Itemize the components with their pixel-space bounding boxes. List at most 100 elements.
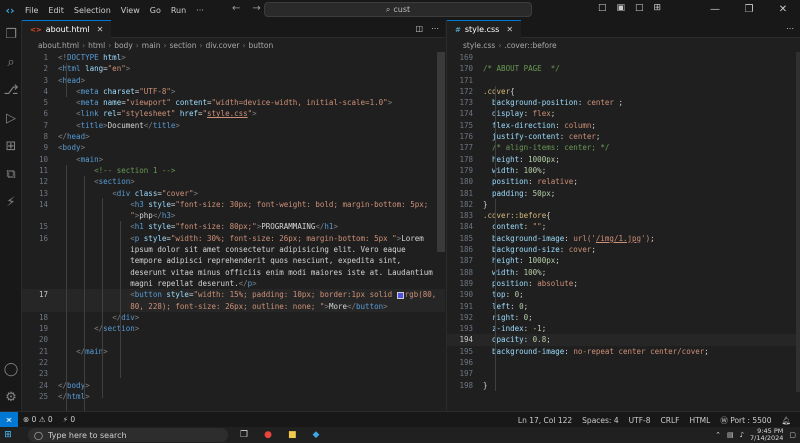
extensions-icon[interactable]: ⊞ bbox=[0, 132, 22, 160]
forward-arrow-icon[interactable]: → bbox=[252, 3, 260, 14]
code-line[interactable]: 21 </main> bbox=[22, 346, 445, 357]
close-icon[interactable]: ✕ bbox=[766, 0, 800, 20]
toggle-panel-icon[interactable]: ▣ bbox=[617, 3, 626, 13]
breadcrumb-item[interactable]: .cover::before bbox=[504, 41, 556, 50]
notifications-bell-icon[interactable]: 🔔︎ bbox=[776, 416, 796, 425]
code-area[interactable]: 169 170/* ABOUT PAGE */171 172 .cover{173 b… bbox=[447, 52, 800, 391]
task-view-icon[interactable]: ❐ bbox=[240, 430, 248, 440]
lightning-icon[interactable]: ⚡ bbox=[0, 188, 22, 216]
code-line[interactable]: 178 height: 1000px; bbox=[447, 154, 800, 165]
vscode-taskbar-icon[interactable]: ◆ bbox=[312, 430, 319, 440]
split-editor-icon[interactable]: ◫ bbox=[415, 24, 423, 33]
code-line[interactable]: 185 background-image: url('/img/1.jpg'); bbox=[447, 233, 800, 244]
menu-view[interactable]: View bbox=[116, 6, 145, 15]
code-line[interactable]: 12 <section> bbox=[22, 176, 445, 187]
run-debug-icon[interactable]: ▷ bbox=[0, 104, 22, 132]
code-line[interactable]: 8 </head> bbox=[22, 131, 445, 142]
file-explorer-icon[interactable]: ■ bbox=[288, 430, 297, 440]
code-line[interactable]: 180 position: relative; bbox=[447, 176, 800, 187]
remote-indicator-icon[interactable]: ⪤ bbox=[0, 411, 18, 428]
restore-icon[interactable]: ❐ bbox=[732, 0, 766, 20]
toggle-secondary-sidebar-icon[interactable]: □ bbox=[635, 3, 644, 13]
search-icon[interactable]: ⌕ bbox=[0, 48, 22, 76]
close-tab-icon[interactable]: ✕ bbox=[506, 25, 513, 34]
code-line[interactable]: 173 background-position: center ; bbox=[447, 97, 800, 108]
menu-selection[interactable]: Selection bbox=[69, 6, 116, 15]
code-line[interactable]: 13 <div class="cover"> bbox=[22, 188, 445, 199]
code-line[interactable]: 174 display: flex; bbox=[447, 108, 800, 119]
language-mode[interactable]: HTML bbox=[684, 416, 715, 425]
code-line[interactable]: 23 bbox=[22, 368, 445, 379]
notification-center-icon[interactable]: ▢ bbox=[789, 431, 796, 439]
code-line[interactable]: 11 <!-- section 1 --> bbox=[22, 165, 445, 176]
code-line[interactable]: 183 .cover::before{ bbox=[447, 210, 800, 221]
back-arrow-icon[interactable]: ← bbox=[232, 3, 240, 14]
code-line[interactable]: 191 left: 0; bbox=[447, 301, 800, 312]
tab-style-css[interactable]: # style.css ✕ bbox=[447, 20, 522, 38]
code-line[interactable]: 179 width: 100%; bbox=[447, 165, 800, 176]
tray-overflow-icon[interactable]: ⌃ bbox=[715, 431, 721, 439]
code-line[interactable]: 175 flex-direction: column; bbox=[447, 120, 800, 131]
end-of-line[interactable]: CRLF bbox=[656, 416, 685, 425]
code-line[interactable]: 198} bbox=[447, 380, 800, 391]
code-line[interactable]: 170 /* ABOUT PAGE */ bbox=[447, 63, 800, 74]
chrome-icon[interactable]: ● bbox=[264, 430, 272, 440]
code-line[interactable]: 4 <meta charset="UTF-8"> bbox=[22, 86, 445, 97]
account-icon[interactable]: ◯ bbox=[0, 355, 22, 383]
code-line[interactable]: 16 <p style="width: 30%; font-size: 26px… bbox=[22, 233, 445, 290]
code-line[interactable]: 9 <body> bbox=[22, 142, 445, 153]
breadcrumb-item[interactable]: section bbox=[170, 41, 197, 50]
breadcrumb-item[interactable]: body bbox=[114, 41, 133, 50]
encoding[interactable]: UTF-8 bbox=[624, 416, 656, 425]
minimize-icon[interactable]: — bbox=[698, 0, 732, 20]
code-line[interactable]: 187 height: 1000px; bbox=[447, 255, 800, 266]
code-line[interactable]: 181 padding: 50px; bbox=[447, 188, 800, 199]
settings-gear-icon[interactable]: ⚙ bbox=[0, 383, 22, 411]
menu-run[interactable]: Run bbox=[166, 6, 191, 15]
breadcrumb-item[interactable]: about.html bbox=[38, 41, 79, 50]
code-line[interactable]: 189 position: absolute; bbox=[447, 278, 800, 289]
tab-about-html[interactable]: <> about.html ✕ bbox=[22, 20, 112, 38]
vertical-scrollbar[interactable] bbox=[796, 52, 800, 392]
windows-start-icon[interactable]: ⊞ bbox=[0, 430, 16, 440]
breadcrumb-item[interactable]: main bbox=[142, 41, 161, 50]
remote-explorer-icon[interactable]: ⧉ bbox=[0, 160, 22, 188]
vertical-scrollbar[interactable] bbox=[437, 52, 445, 252]
explorer-icon[interactable]: ❐ bbox=[0, 20, 22, 48]
indentation[interactable]: Spaces: 4 bbox=[577, 416, 623, 425]
breadcrumb-item[interactable]: style.css bbox=[463, 41, 495, 50]
code-line[interactable]: 188 width: 100%; bbox=[447, 267, 800, 278]
customize-layout-icon[interactable]: ⊞ bbox=[654, 3, 662, 13]
code-line[interactable]: 196 bbox=[447, 357, 800, 368]
code-line[interactable]: 194 opacity: 0.8; bbox=[447, 334, 800, 346]
breadcrumb-item[interactable]: button bbox=[248, 41, 273, 50]
code-line[interactable]: 195 background-image: no-repeat center c… bbox=[447, 346, 800, 357]
cursor-position[interactable]: Ln 17, Col 122 bbox=[513, 416, 577, 425]
code-line[interactable]: 186 background-size: cover; bbox=[447, 244, 800, 255]
problems-counter[interactable]: ⊗ 0 ⚠ 0 bbox=[18, 415, 58, 424]
code-line[interactable]: 190 top: 0; bbox=[447, 289, 800, 300]
code-line[interactable]: 182} bbox=[447, 199, 800, 210]
source-control-icon[interactable]: ⎇ bbox=[0, 76, 22, 104]
system-clock[interactable]: 9:45 PM 7/14/2024 bbox=[750, 428, 783, 442]
code-line[interactable]: 184 content: ""; bbox=[447, 221, 800, 232]
code-line[interactable]: 2 <html lang="en"> bbox=[22, 63, 445, 74]
code-line[interactable]: 5 <meta name="viewport" content="width=d… bbox=[22, 97, 445, 108]
code-line[interactable]: 14 <h3 style="font-size: 30px; font-weig… bbox=[22, 199, 445, 222]
menu-edit[interactable]: Edit bbox=[43, 6, 69, 15]
code-line[interactable]: 1 <!DOCTYPE html> bbox=[22, 52, 445, 63]
command-center-search[interactable]: ⌕ cust bbox=[264, 2, 532, 17]
ports-counter[interactable]: ⚡ 0 bbox=[58, 415, 80, 424]
code-line[interactable]: 193 z-index: -1; bbox=[447, 323, 800, 334]
code-line[interactable]: 192 right: 0; bbox=[447, 312, 800, 323]
code-line[interactable]: 20 bbox=[22, 334, 445, 345]
code-line[interactable]: 172 .cover{ bbox=[447, 86, 800, 97]
more-actions-icon[interactable]: ⋯ bbox=[786, 24, 794, 33]
code-line[interactable]: 176 justify-content: center; bbox=[447, 131, 800, 142]
close-tab-icon[interactable]: ✕ bbox=[97, 25, 104, 34]
code-line[interactable]: 177 /* align-items: center; */ bbox=[447, 142, 800, 153]
code-line[interactable]: 15 <h1 style="font-size: 80px;">PROGRAMM… bbox=[22, 221, 445, 232]
menu-go[interactable]: Go bbox=[145, 6, 166, 15]
code-line[interactable]: 19 </section> bbox=[22, 323, 445, 334]
more-actions-icon[interactable]: ⋯ bbox=[431, 24, 439, 33]
